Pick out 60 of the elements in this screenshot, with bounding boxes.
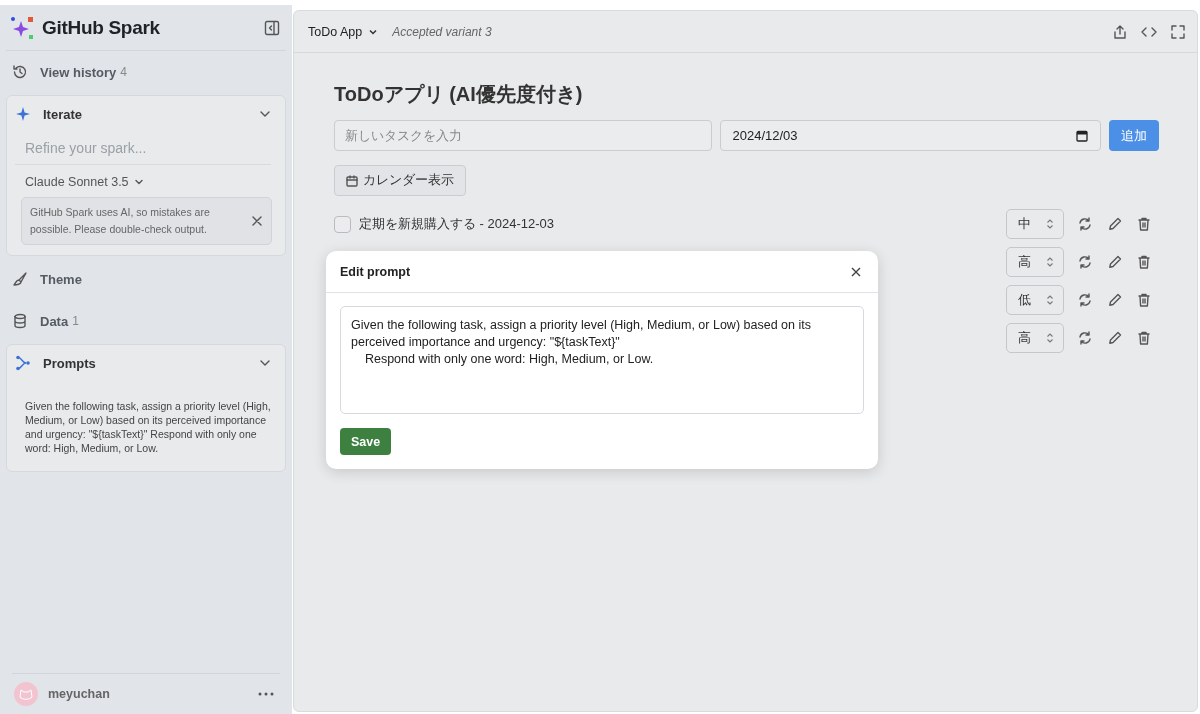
sidebar-toggle-icon[interactable] [264,19,280,36]
history-icon [12,64,28,80]
prompt-text: Given the following task, assign a priority level (High, Medium, or Low) based on its perceived importance and urgency: "${taskText}" Respond with only one word: High, Medium, or Low. [24,399,271,456]
close-icon[interactable] [251,215,263,227]
sparkle-icon [15,106,31,122]
more-icon[interactable] [258,692,274,696]
calendar-button[interactable]: カレンダー表示 [334,165,466,196]
variant-label: Accepted variant 3 [392,24,492,39]
date-input[interactable]: 2024/12/03 [719,120,1101,151]
priority-select[interactable]: 中 [1006,209,1064,239]
trash-icon[interactable] [1138,293,1150,307]
refine-field[interactable]: Refine your spark... [15,128,271,165]
save-button[interactable]: Save [340,428,392,455]
task-text: 定期を新規購入する - 2024-12-03 [359,215,555,233]
panel-header[interactable]: Iterate [15,100,271,128]
brush-icon [12,271,28,287]
app-title: ToDoアプリ (AI優先度付き) [334,82,584,107]
prompt-textarea[interactable]: Given the following task, assign a priority level (High, Medium, or Low) based on its perceived importance and urgency: "${taskText}" Respond with only one word: High, Medium, or Low. [340,306,864,414]
fullscreen-icon[interactable] [1171,24,1185,39]
pencil-icon[interactable] [1108,255,1122,269]
calendar-icon [1076,129,1088,142]
close-icon[interactable] [850,265,862,278]
task-input[interactable]: 新しいタスクを入力 [334,120,712,151]
trash-icon[interactable] [1138,255,1150,269]
theme-item[interactable]: Theme [6,258,286,300]
calendar-icon [346,174,358,187]
pencil-icon[interactable] [1108,217,1122,231]
model-select[interactable]: Claude Sonnet 3.5 [25,175,144,189]
brand-name: GitHub Spark [42,16,160,39]
share-icon[interactable] [1113,24,1127,39]
data-count: 1 [72,314,79,328]
updown-icon [1046,256,1054,268]
refresh-icon[interactable] [1078,217,1092,231]
branch-icon [15,355,31,371]
pencil-icon[interactable] [1108,331,1122,345]
chevron-icon [133,177,144,187]
notice-text: GitHub Spark uses AI, so mistakes are possible. Please double-check output. [30,205,211,237]
refresh-icon[interactable] [1078,293,1092,307]
trash-icon[interactable] [1138,331,1150,345]
database-icon [12,313,28,329]
dialog-title: Edit prompt [340,264,411,279]
pencil-icon[interactable] [1108,293,1122,307]
user-name: meyuchan [48,687,110,701]
sparkle-logo-icon [10,15,34,40]
priority-select[interactable]: 低 [1006,285,1064,315]
refresh-icon[interactable] [1078,255,1092,269]
data-item[interactable]: Data 1 [6,300,286,342]
app-selector[interactable]: ToDo App [308,24,379,39]
updown-icon [1046,294,1054,306]
history-count: 4 [120,65,128,79]
priority-select[interactable]: 高 [1006,247,1064,277]
history-item[interactable]: View history 4 [6,51,286,93]
trash-icon[interactable] [1138,217,1150,231]
updown-icon [1046,218,1054,230]
avatar-icon [14,682,38,706]
task-checkbox[interactable] [334,215,351,233]
refresh-icon[interactable] [1078,331,1092,345]
updown-icon [1046,332,1054,344]
panel-header[interactable]: Prompts [15,349,271,377]
priority-select[interactable]: 高 [1006,323,1064,353]
